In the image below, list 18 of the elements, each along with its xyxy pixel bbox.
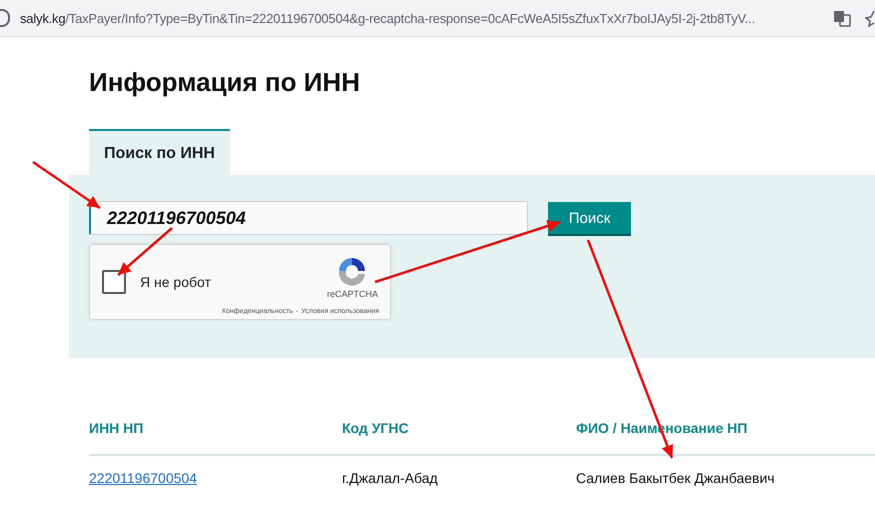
page-title: Информация по ИНН: [89, 67, 361, 99]
column-header: Код УГНС: [342, 420, 410, 436]
site-info-icon[interactable]: [0, 9, 10, 27]
annotation-arrow: [32, 160, 101, 210]
url-text: salyk.kg/TaxPayer/Info?Type=ByTin&Tin=22201196700504&g-recaptcha-response=0cAFcWeA5I5sZfuxTxXr7boIJAy5I-2j-2tb8TyV...: [20, 10, 756, 26]
tab[interactable]: Поиск по ИНН: [89, 129, 230, 175]
column-header: ИНН НП: [89, 420, 144, 436]
captcha-checkbox[interactable]: [102, 270, 126, 294]
captcha-label: Я не робот: [140, 274, 211, 290]
translate-icon[interactable]: [833, 9, 851, 27]
table-cell-text: Салиев Бакытбек Джанбаевич: [576, 470, 776, 486]
inn-link[interactable]: 22201196700504: [89, 470, 342, 486]
recaptcha-brand: reCAPTCHA: [326, 289, 378, 299]
annotation-arrow: [117, 227, 173, 276]
table-cell-text: г.Джалал-Абад: [342, 470, 439, 486]
inn-input-field[interactable]: 22201196700504: [89, 201, 528, 235]
search-button[interactable]: Поиск: [548, 202, 631, 236]
address-bar[interactable]: salyk.kg/TaxPayer/Info?Type=ByTin&Tin=22201196700504&g-recaptcha-response=0cAFcWeA5I5sZfuxTxXr7boIJAy5I-2j-2tb8TyV...: [0, 0, 875, 37]
